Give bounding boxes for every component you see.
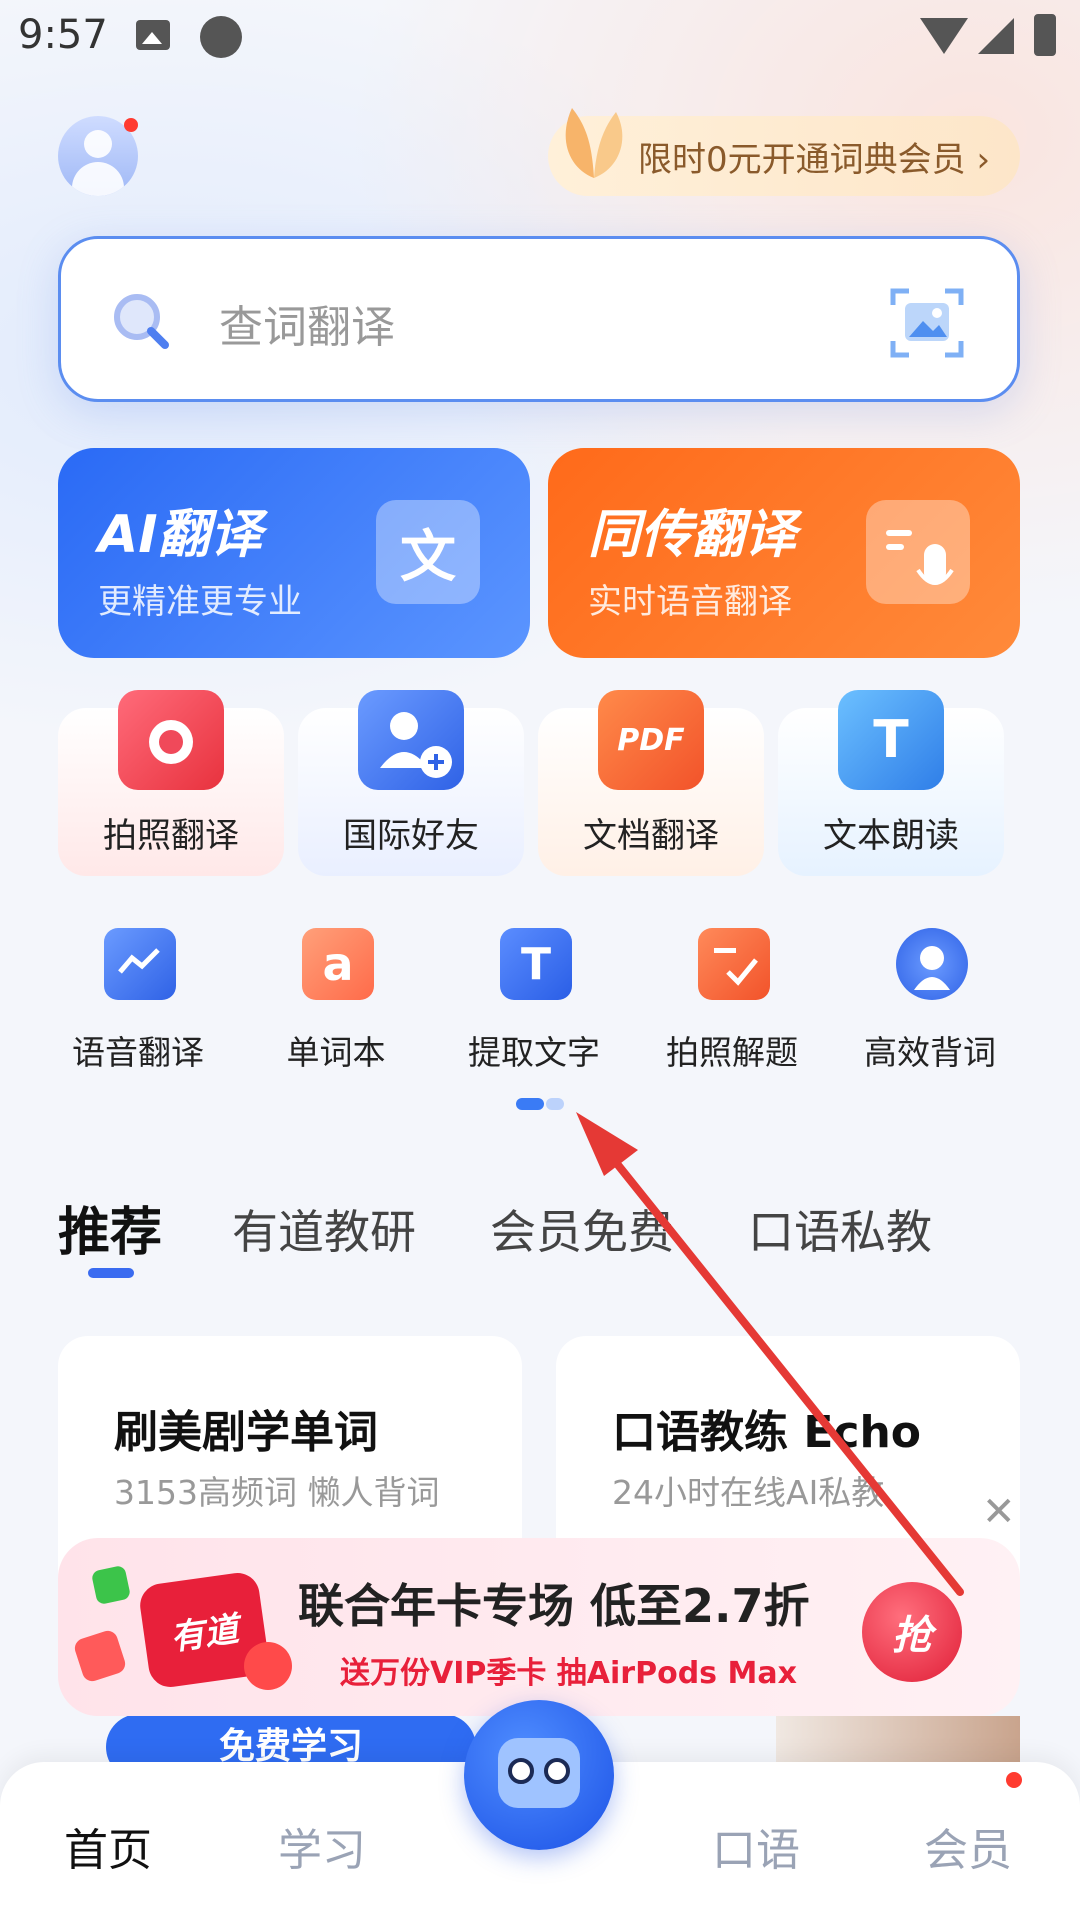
extract-text-icon: T (500, 928, 572, 1000)
translate-icon-label: 文 (400, 524, 456, 590)
memorize-words-tool[interactable]: 高效背词 (840, 928, 1020, 1072)
butterfly-icon (565, 108, 623, 178)
doc-translate-label: 文档翻译 (583, 816, 719, 856)
text-speech-icon: T (838, 690, 944, 790)
search-icon (114, 294, 169, 349)
tab-recommend[interactable]: 推荐 (58, 1190, 162, 1265)
simultaneous-translate-card[interactable]: 同传翻译 实时语音翻译 (548, 448, 1020, 658)
close-banner-icon[interactable]: ✕ (982, 1492, 1016, 1532)
tab-indicator (88, 1268, 134, 1278)
banner-title: 联合年卡专场 低至2.7折 (298, 1579, 810, 1633)
ai-translate-card[interactable]: AI翻译 更精准更专业 文 (58, 448, 530, 658)
photo-solve-tool[interactable]: 拍照解题 (642, 928, 822, 1072)
wifi-icon (920, 18, 968, 54)
avatar-body (72, 162, 124, 196)
status-time: 9:57 (18, 12, 108, 58)
wordbook-icon: a (302, 928, 374, 1000)
extract-text-tool[interactable]: T 提取文字 (444, 928, 624, 1072)
extract-text-label: 提取文字 (468, 1033, 600, 1072)
assistant-eye (544, 1758, 570, 1784)
nav-home[interactable]: 首页 (64, 1814, 152, 1878)
page-dot-active (516, 1098, 544, 1110)
ai-translate-title: AI翻译 (98, 505, 262, 565)
photo-translate-label: 拍照翻译 (103, 816, 239, 856)
promo-text: 限时0元开通词典会员 › (638, 139, 991, 180)
photo-solve-label: 拍照解题 (666, 1033, 798, 1072)
app-badge-icon (244, 1642, 292, 1690)
app-badge-icon (72, 1628, 128, 1684)
vip-promo-button[interactable]: 限时0元开通词典会员 › (548, 108, 1020, 196)
status-bar: 9:57 (0, 0, 1080, 72)
wordbook-icon-label: a (322, 937, 354, 991)
page-indicator (516, 1098, 564, 1110)
wordbook-label: 单词本 (286, 1033, 386, 1072)
wordbook-tool[interactable]: a 单词本 (246, 928, 426, 1072)
add-friend-icon (358, 690, 464, 790)
avatar-head (84, 130, 112, 158)
avatar-notification-dot (124, 118, 138, 132)
card-title: 口语教练 Echo (612, 1407, 922, 1458)
text-read-tool[interactable]: T 文本朗读 (778, 690, 1004, 876)
member-notification-dot (1006, 1772, 1022, 1788)
banner-subtitle: 送万份VIP季卡 抽AirPods Max (340, 1656, 797, 1691)
voice-translate-label: 语音翻译 (72, 1033, 204, 1072)
battery-icon (1034, 14, 1056, 56)
voice-translate-tool[interactable]: 语音翻译 (48, 928, 228, 1072)
memorize-words-label: 高效背词 (864, 1033, 996, 1072)
doc-translate-tool[interactable]: PDF 文档翻译 (538, 690, 764, 876)
grab-button[interactable]: 抢 (862, 1582, 962, 1682)
text-speech-icon-label: T (873, 710, 909, 770)
simultaneous-translate-subtitle: 实时语音翻译 (588, 582, 792, 622)
extract-text-icon-label: T (520, 938, 551, 990)
app-badge-icon (90, 1564, 132, 1606)
nav-study[interactable]: 学习 (278, 1814, 366, 1878)
tab-oral-tutor[interactable]: 口语私教 (748, 1196, 932, 1262)
nav-member[interactable]: 会员 (924, 1814, 1012, 1878)
signal-icon (978, 18, 1014, 54)
voice-chat-icon (104, 928, 176, 1000)
photo-translate-tool[interactable]: 拍照翻译 (58, 690, 284, 876)
nav-speaking[interactable]: 口语 (712, 1814, 800, 1878)
camera-icon (118, 690, 224, 790)
image-notification-icon (136, 20, 170, 50)
simultaneous-translate-title: 同传翻译 (588, 505, 797, 565)
translate-icon: 文 (376, 500, 480, 604)
card-subtitle: 24小时在线AI私教 (612, 1473, 885, 1512)
image-scan-icon[interactable] (889, 285, 965, 361)
text-read-label: 文本朗读 (823, 816, 959, 856)
circle-notification-icon (200, 16, 242, 58)
card-subtitle: 3153高频词 懒人背词 (114, 1473, 440, 1512)
pdf-icon: PDF (598, 690, 704, 790)
intl-friends-tool[interactable]: 国际好友 (298, 690, 524, 876)
ai-translate-subtitle: 更精准更专业 (98, 582, 302, 622)
tab-member-free[interactable]: 会员免费 (490, 1196, 674, 1262)
search-placeholder: 查词翻译 (219, 302, 395, 353)
assistant-eye (508, 1758, 534, 1784)
ai-assistant-button[interactable] (464, 1700, 614, 1850)
promo-banner[interactable]: 有道 联合年卡专场 低至2.7折 送万份VIP季卡 抽AirPods Max 抢 (58, 1538, 1020, 1716)
intl-friends-label: 国际好友 (343, 816, 479, 856)
page-dot (546, 1098, 564, 1110)
photo-solve-icon (698, 928, 770, 1000)
card-title: 刷美剧学单词 (114, 1407, 378, 1458)
memorize-icon (896, 928, 968, 1000)
pdf-icon-label: PDF (617, 722, 685, 758)
search-input[interactable]: 查词翻译 (58, 236, 1020, 402)
microphone-icon (866, 500, 970, 604)
tab-youdao-research[interactable]: 有道教研 (232, 1196, 416, 1262)
